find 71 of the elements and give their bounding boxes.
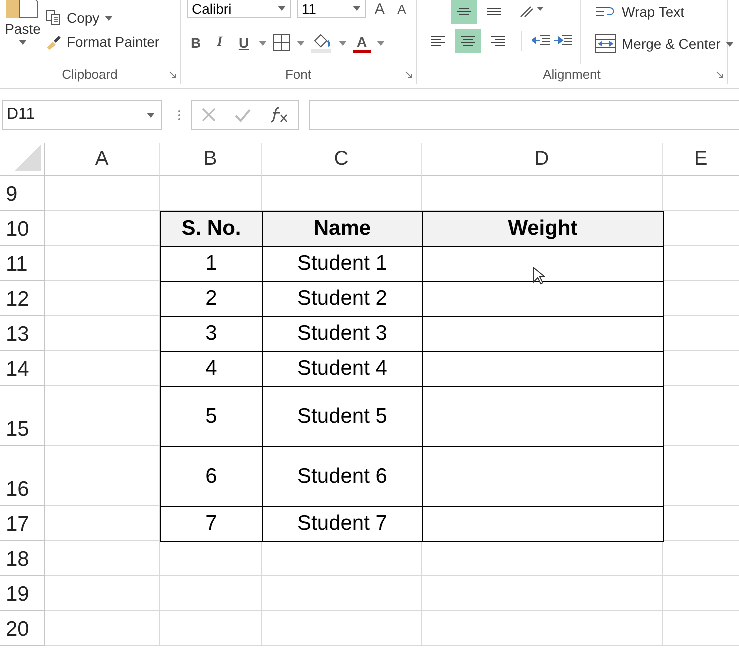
copy-icon bbox=[46, 10, 62, 26]
name-box[interactable]: D11 bbox=[2, 100, 162, 130]
format-painter-button[interactable]: Format Painter bbox=[46, 34, 160, 50]
horizontal-align-button[interactable] bbox=[455, 29, 481, 53]
caret-icon bbox=[352, 6, 361, 11]
group-label: Alignment bbox=[543, 66, 601, 82]
row-header[interactable]: 9 bbox=[0, 176, 45, 211]
table-header-cell: Weight bbox=[422, 211, 664, 247]
column-header[interactable]: E bbox=[694, 148, 708, 170]
increase-indent-icon[interactable] bbox=[554, 34, 572, 48]
mouse-pointer-icon bbox=[533, 267, 545, 285]
column-header[interactable]: A bbox=[95, 148, 109, 170]
font-name-field[interactable]: Calibri bbox=[187, 0, 291, 18]
caret-icon bbox=[377, 40, 385, 46]
align-right-icon bbox=[491, 36, 505, 46]
row-header[interactable]: 12 bbox=[0, 281, 45, 316]
function-icon[interactable] bbox=[270, 107, 288, 123]
formula-input-field[interactable] bbox=[309, 100, 739, 130]
dialog-launcher-icon[interactable] bbox=[715, 70, 723, 78]
paste-button[interactable]: Paste bbox=[0, 0, 46, 64]
column-header[interactable]: C bbox=[334, 148, 349, 170]
row-header[interactable]: 10 bbox=[0, 211, 45, 246]
row-header[interactable]: 19 bbox=[0, 576, 45, 611]
caret-icon bbox=[339, 40, 347, 46]
row-header[interactable]: 17 bbox=[0, 506, 45, 541]
caret-icon bbox=[726, 42, 734, 46]
caret-icon bbox=[104, 16, 113, 20]
group-label: Clipboard bbox=[62, 66, 118, 82]
fill-bucket-icon[interactable] bbox=[311, 33, 333, 53]
dialog-launcher-icon[interactable] bbox=[168, 70, 176, 78]
paintbrush-icon bbox=[46, 34, 62, 50]
align-center-icon bbox=[461, 36, 475, 46]
row-header[interactable]: 14 bbox=[0, 351, 45, 386]
increase-font-size-button[interactable]: A bbox=[372, 0, 388, 18]
table-header-cell: S. No. bbox=[160, 211, 263, 247]
decrease-indent-icon[interactable] bbox=[532, 34, 550, 48]
font-size-field[interactable]: 11 bbox=[296, 0, 366, 18]
row-header[interactable]: 18 bbox=[0, 541, 45, 576]
table-header-cell: Name bbox=[262, 211, 423, 247]
group-label: Font bbox=[285, 66, 312, 82]
caret-icon bbox=[259, 40, 267, 46]
underline-button[interactable]: U bbox=[235, 35, 253, 51]
font-color-button[interactable]: A bbox=[353, 34, 371, 52]
caret-icon bbox=[19, 40, 27, 45]
row-header[interactable]: 11 bbox=[0, 246, 45, 281]
text-orientation-icon[interactable] bbox=[519, 5, 545, 19]
align-middle-icon bbox=[457, 8, 471, 16]
borders-icon[interactable] bbox=[273, 34, 291, 52]
row-header[interactable]: 16 bbox=[0, 446, 45, 506]
row-header[interactable]: 15 bbox=[0, 386, 45, 446]
align-left-icon bbox=[431, 36, 445, 46]
row-header[interactable]: 13 bbox=[0, 316, 45, 351]
caret-icon bbox=[147, 112, 155, 118]
grip-icon bbox=[178, 110, 181, 120]
copy-button[interactable]: Copy bbox=[46, 10, 160, 26]
merge-cells-icon bbox=[595, 34, 617, 54]
column-header[interactable]: D bbox=[534, 148, 550, 170]
row-header[interactable]: 20 bbox=[0, 611, 45, 646]
dialog-launcher-icon[interactable] bbox=[404, 70, 412, 78]
decrease-font-size-button[interactable]: A bbox=[394, 2, 410, 16]
wrap-text-button[interactable]: Wrap Text bbox=[595, 4, 734, 20]
caret-icon bbox=[278, 6, 286, 11]
align-bottom-icon bbox=[487, 8, 501, 16]
checkmark-icon[interactable] bbox=[234, 108, 251, 122]
table-cell: 7 bbox=[160, 506, 263, 542]
italic-button[interactable]: I bbox=[211, 35, 229, 51]
column-header[interactable]: B bbox=[204, 148, 218, 170]
bold-button[interactable]: B bbox=[187, 35, 205, 51]
vertical-align-button[interactable] bbox=[451, 0, 477, 24]
merge-center-button[interactable]: Merge & Center bbox=[595, 34, 734, 54]
caret-icon bbox=[297, 40, 305, 46]
